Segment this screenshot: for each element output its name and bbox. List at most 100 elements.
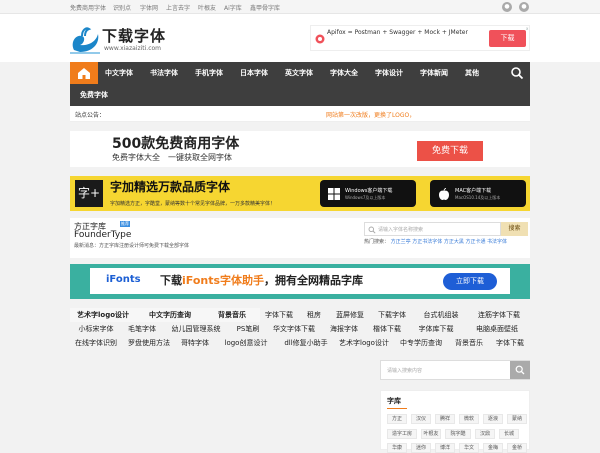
side-search-button[interactable] [510,361,530,379]
link-item[interactable]: 哥特字体 [176,336,214,350]
top-link[interactable]: 叶根友 [198,3,216,12]
tag-item[interactable]: 方正 [387,414,407,424]
side-search-placeholder: 请输入搜索内容 [387,368,423,374]
zijia-banner[interactable]: 字+ 字加精选万款品质字体 字加精选方正，字酷堂，蒙纳等数十个常见字体品牌，一万… [70,176,530,211]
nav-item[interactable]: 其他 [465,62,479,84]
top-link[interactable]: 字体网 [140,3,158,12]
link-item[interactable]: 字体下载 [260,308,298,322]
free-fonts-banner[interactable]: 500款免费商用字体 免费字体大全 一键获取全网字体 免费下载 [70,131,530,167]
founder-news[interactable]: 最新消息：方正字库注册设计师可免费下载全部字体 [74,242,189,249]
founder-block: 方正字库 推荐 FounderType 最新消息：方正字库注册设计师可免费下载全… [70,218,530,258]
title-pre: 下载 [160,274,182,287]
link-item[interactable]: 电脑桌面壁纸 [464,322,530,336]
link-item[interactable]: 楷体下载 [366,322,408,336]
free-download-button[interactable]: 免费下载 [417,141,483,161]
tag-item[interactable]: 院字酷 [445,429,471,439]
hot-item[interactable]: 方正书法字体 [412,239,442,245]
tag-item[interactable]: 长城 [499,429,519,439]
top-link[interactable]: 上言去字 [166,3,190,12]
title-highlight: iFonts字体助手 [182,274,265,287]
link-item[interactable]: 小标宋字体 [70,322,122,336]
hot-item[interactable]: 方正兰亭 [391,239,411,245]
nav-item[interactable]: 书法字体 [150,62,178,84]
link-item[interactable]: 下载字体 [370,308,414,322]
tag-item[interactable]: 汉仪 [411,414,431,424]
tag-item[interactable]: 金梅 [483,443,503,453]
link-item[interactable]: 连筋字体下载 [468,308,530,322]
top-link[interactable]: Ai字库 [224,3,242,12]
nav-item[interactable]: 手机字体 [195,62,223,84]
top-link[interactable]: 鑫甲骨字库 [250,3,280,12]
hot-item[interactable]: 书法字体 [487,239,507,245]
link-item[interactable]: 华文字体下载 [266,322,322,336]
link-item[interactable]: logo创意设计 [214,336,278,350]
notice-text[interactable]: 网站第一次改版，更换了LOGO， [326,110,415,119]
ifonts-banner[interactable]: iFonts 下载iFonts字体助手，拥有全网精品字库 立即下载 [70,264,530,299]
nav-item-free[interactable]: 免费字体 [80,84,108,106]
ifonts-brand: iFonts [106,274,141,285]
link-item[interactable]: dll修复小助手 [278,336,334,350]
link-item[interactable]: 蓝屏修复 [330,308,370,322]
hot-label: 热门搜索： [364,239,390,245]
top-link[interactable]: 识别点 [113,3,131,12]
tag-item[interactable]: 叶根友 [421,429,441,439]
top-ad-download-button[interactable]: 下载 [489,30,526,47]
nav-item[interactable]: 字体设计 [375,62,403,84]
link-item[interactable]: PS笔刷 [230,322,266,336]
link-tab[interactable]: 背景音乐 [204,308,260,322]
font-library-tags: 字库 方正 汉仪 腾祥 微软 逐浪 蒙纳 造字工房 叶根友 院字酷 汉鼎 长城 … [380,390,530,453]
hot-item[interactable]: 方正卡通 [465,239,485,245]
search-icon [515,365,525,375]
nav-item[interactable]: 日本字体 [240,62,268,84]
link-item[interactable]: 毛笔字体 [122,322,162,336]
nav-home[interactable] [70,62,98,84]
button-name: Windows客户端下载 [345,188,393,194]
location-icon[interactable]: ● [502,2,512,12]
link-item[interactable]: 艺术字logo设计 [334,336,394,350]
tag-item[interactable]: 逐浪 [483,414,503,424]
windows-download-button[interactable]: Windows客户端下载 Windows7及以上版本 [320,180,416,207]
founder-search-input[interactable]: 请输入字体名称搜索 [364,222,501,236]
link-item[interactable]: 租房 [298,308,330,322]
top-link[interactable]: 免费商用字体 [70,3,106,12]
link-tab-active[interactable]: 中文字历查询 [136,308,204,322]
banner-title: 字加精选万款品质字体 [110,180,231,194]
site-logo[interactable]: 下载字体 www.xiazaiziti.com [68,24,208,56]
side-search[interactable]: 请输入搜索内容 [380,360,530,380]
tag-item[interactable]: 汉鼎 [475,429,495,439]
tag-item[interactable]: 金桥 [507,443,527,453]
link-item[interactable]: 字体下载 [490,336,530,350]
tag-item[interactable]: 华文 [459,443,479,453]
mac-download-button[interactable]: MAC客户端下载 MacOS10.14及以上版本 [430,180,526,207]
founder-search-button[interactable]: 搜索 [501,222,528,236]
site-header: 下载字体 www.xiazaiziti.com Apifox = Postman… [0,14,600,62]
search-icon[interactable] [510,66,524,80]
link-item[interactable]: 中专学历查询 [394,336,448,350]
ifonts-download-button[interactable]: 立即下载 [443,273,497,290]
nav-item[interactable]: 字体新闻 [420,62,448,84]
tag-item[interactable]: 蒙纳 [507,414,527,424]
link-item[interactable]: 背景音乐 [448,336,490,350]
tag-item[interactable]: 华康 [387,443,407,453]
tag-item[interactable]: 腾祥 [435,414,455,424]
link-item[interactable]: 幼儿园管理系统 [162,322,230,336]
banner-subtitle: 字加精选方正，字酷堂，蒙纳等数十个常见字体品牌，一万多款精美字体！ [110,201,276,207]
nav-item[interactable]: 中文字体 [105,62,133,84]
nav-item[interactable]: 英文字体 [285,62,313,84]
link-item[interactable]: 罗盘使用方法 [122,336,176,350]
user-icon[interactable]: ● [519,2,529,12]
link-item[interactable]: 在线字体识别 [70,336,122,350]
ad-close-icon[interactable]: x [526,26,530,32]
tag-item[interactable]: 微软 [459,414,479,424]
link-item[interactable]: 字体库下载 [408,322,464,336]
nav-item[interactable]: 字体大全 [330,62,358,84]
tag-item[interactable]: 迷你 [411,443,431,453]
link-tab[interactable]: 艺术字logo设计 [70,308,136,322]
link-item[interactable]: 台式机组装 [414,308,468,322]
hot-item[interactable]: 方正大黑 [444,239,464,245]
top-ad[interactable]: Apifox = Postman + Swagger + Mock + JMet… [310,25,530,51]
founder-en: FounderType [74,230,132,240]
tag-item[interactable]: 博洋 [435,443,455,453]
tag-item[interactable]: 造字工房 [387,429,417,439]
link-item[interactable]: 海报字体 [322,322,366,336]
